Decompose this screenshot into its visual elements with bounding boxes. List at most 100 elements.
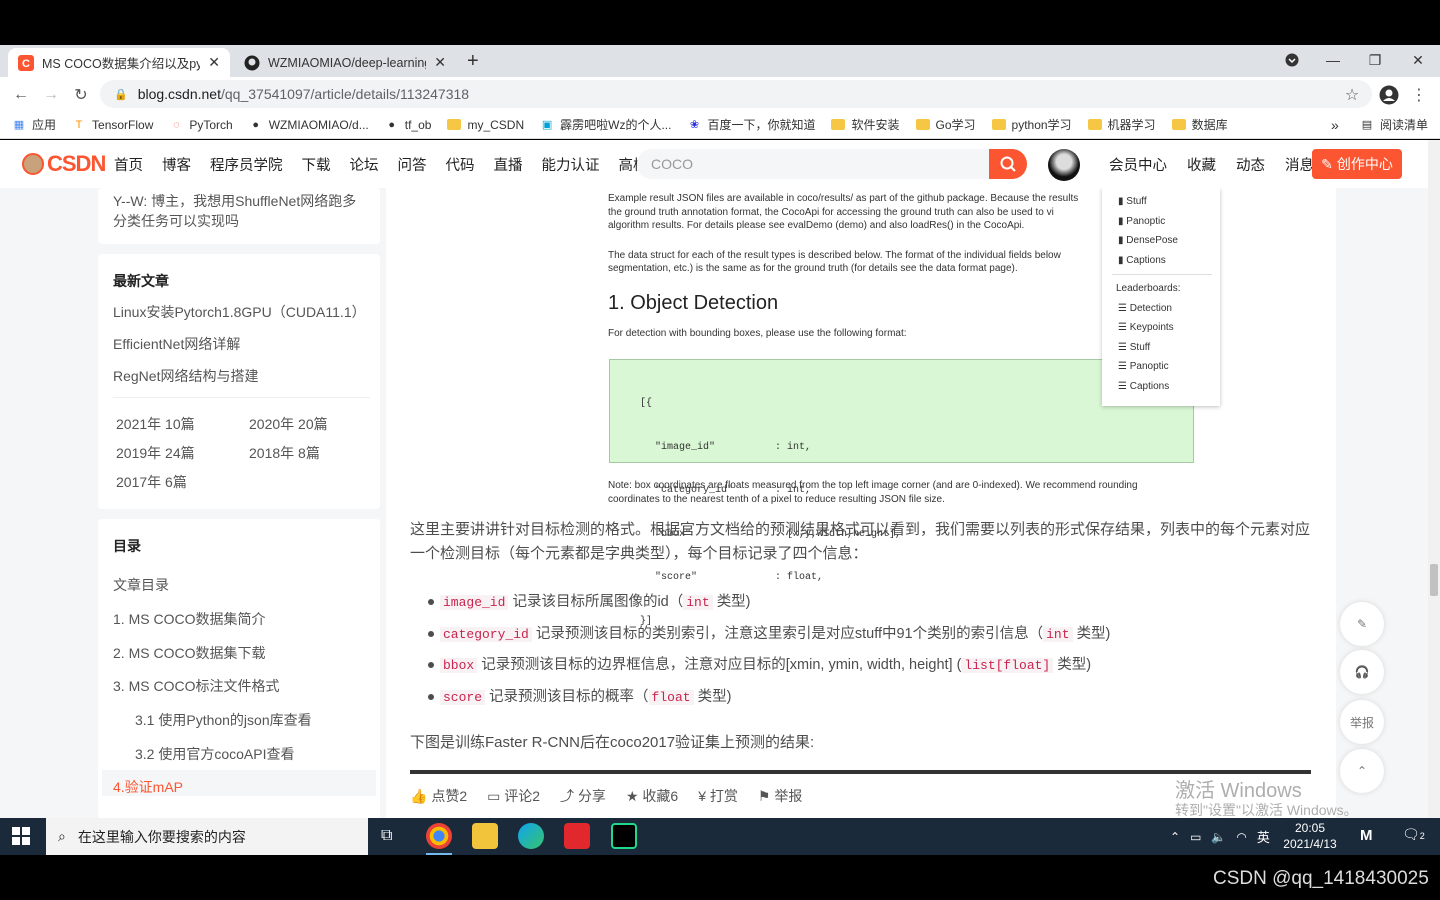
bookmark-pytorch[interactable]: ◌ PyTorch	[169, 118, 233, 132]
latest-article-link[interactable]: Linux安装Pytorch1.8GPU（CUDA11.1）	[113, 302, 366, 322]
tab-search-icon[interactable]	[1270, 45, 1314, 75]
clock[interactable]: 20:05 2021/4/13	[1280, 820, 1340, 852]
toc-item[interactable]: 3.2 使用官方cocoAPI查看	[135, 744, 295, 764]
tab-github[interactable]: WZMIAOMIAO/deep-learning ✕	[234, 48, 456, 77]
toc-item[interactable]: 3. MS COCO标注文件格式	[113, 676, 279, 696]
forward-icon[interactable]: →	[40, 84, 62, 106]
bookmark-tensorflow[interactable]: T TensorFlow	[72, 118, 154, 132]
doc-menu-item[interactable]: ▮ Panoptic	[1118, 212, 1220, 232]
bookmark-db[interactable]: 数据库	[1171, 116, 1228, 133]
bookmark-apps[interactable]: ▦ 应用	[12, 116, 56, 133]
restore-icon[interactable]: ❐	[1353, 45, 1397, 75]
ime-indicator[interactable]: 英	[1257, 827, 1270, 846]
minimize-icon[interactable]: —	[1311, 45, 1355, 75]
csdn-search-input[interactable]: COCO	[637, 149, 989, 179]
taskbar-search-input[interactable]: ⌕ 在这里输入你要搜索的内容	[46, 818, 368, 855]
edge-icon[interactable]	[518, 823, 544, 849]
nav-home[interactable]: 首页	[114, 154, 143, 175]
comment-button[interactable]: ▭ 评论2	[487, 786, 540, 806]
wps-icon[interactable]	[564, 823, 590, 849]
csdn-logo[interactable]: CSDN	[22, 151, 112, 177]
volume-icon[interactable]: 🔈	[1211, 830, 1226, 844]
doc-menu-item[interactable]: ▮ Captions	[1118, 251, 1220, 271]
bookmarks-more-icon[interactable]: »	[1331, 117, 1339, 133]
nav-cert[interactable]: 能力认证	[542, 154, 600, 175]
windows-start-icon[interactable]	[12, 827, 30, 850]
close-window-icon[interactable]: ✕	[1396, 45, 1440, 75]
bookmark-ml[interactable]: 机器学习	[1087, 116, 1156, 133]
bookmark-python[interactable]: python学习	[991, 116, 1072, 133]
collect-button[interactable]: ★ 收藏6	[626, 786, 678, 806]
taskbar-app-icon[interactable]: M	[1360, 827, 1373, 844]
doc-menu-item[interactable]: ☰ Detection	[1118, 299, 1220, 319]
nav-code[interactable]: 代码	[446, 154, 475, 175]
nav-messages[interactable]: 消息	[1285, 154, 1314, 175]
tab-csdn-article[interactable]: C MS COCO数据集介绍以及pycoc ✕	[8, 48, 230, 77]
latest-article-link[interactable]: EfficientNet网络详解	[113, 334, 240, 354]
nav-favorites[interactable]: 收藏	[1187, 154, 1216, 175]
recent-comment[interactable]: Y--W: 博主，我想用ShuffleNet网络跑多分类任务可以实现吗	[113, 191, 363, 231]
back-icon[interactable]: ←	[10, 84, 32, 106]
page-scrollbar[interactable]	[1428, 140, 1440, 818]
reading-list[interactable]: ▤ 阅读清单	[1360, 116, 1428, 133]
task-view-icon[interactable]: ⧉	[381, 827, 392, 845]
report-button[interactable]: ⚑ 举报	[758, 786, 802, 806]
toc-item[interactable]: 3.1 使用Python的json库查看	[135, 710, 312, 730]
bookmark-my-csdn[interactable]: my_CSDN	[447, 118, 524, 132]
archive-link[interactable]: 2020年 20篇	[249, 414, 328, 434]
nav-download[interactable]: 下载	[302, 154, 331, 175]
close-tab-icon[interactable]: ✕	[434, 54, 446, 71]
doc-menu-item[interactable]: ☰ Captions	[1118, 377, 1220, 397]
share-button[interactable]: ⤴ 分享	[560, 786, 606, 806]
toc-item-active[interactable]: 4.验证mAP	[113, 777, 183, 797]
bookmark-wzmiaomiao[interactable]: ● WZMIAOMIAO/d...	[249, 118, 368, 132]
search-button[interactable]	[989, 149, 1027, 179]
nav-feed[interactable]: 动态	[1236, 154, 1265, 175]
headset-icon[interactable]: 🎧	[1340, 650, 1384, 694]
reward-button[interactable]: ¥ 打赏	[698, 786, 738, 806]
archive-link[interactable]: 2019年 24篇	[116, 443, 195, 463]
close-tab-icon[interactable]: ✕	[208, 54, 220, 71]
toc-item[interactable]: 1. MS COCO数据集简介	[113, 609, 265, 629]
doc-menu-item[interactable]: ☰ Stuff	[1118, 338, 1220, 358]
bookmark-go[interactable]: Go学习	[915, 116, 976, 133]
doc-menu-item[interactable]: ▮ DensePose	[1118, 231, 1220, 251]
bookmark-software[interactable]: 软件安装	[831, 116, 900, 133]
doc-menu-item[interactable]: ☰ Keypoints	[1118, 318, 1220, 338]
notification-icon[interactable]: 🗨2	[1402, 826, 1425, 843]
bookmark-baidu[interactable]: ❀ 百度一下，你就知道	[687, 116, 816, 133]
reload-icon[interactable]: ↻	[70, 84, 92, 106]
nav-academy[interactable]: 程序员学院	[210, 154, 283, 175]
latest-article-link[interactable]: RegNet网络结构与搭建	[113, 366, 258, 386]
bookmark-star-icon[interactable]: ☆	[1341, 84, 1363, 106]
archive-link[interactable]: 2017年 6篇	[116, 472, 187, 492]
file-explorer-icon[interactable]	[472, 823, 498, 849]
archive-link[interactable]: 2018年 8篇	[249, 443, 320, 463]
toc-item[interactable]: 文章目录	[113, 575, 169, 595]
bookmark-tf-ob[interactable]: ● tf_ob	[385, 118, 431, 132]
nav-member[interactable]: 会员中心	[1109, 154, 1167, 175]
doc-menu-item[interactable]: ▮ Stuff	[1118, 192, 1220, 212]
battery-icon[interactable]: ▭	[1190, 830, 1201, 844]
create-center-button[interactable]: ✎ 创作中心	[1312, 149, 1402, 179]
nav-blog[interactable]: 博客	[162, 154, 191, 175]
like-button[interactable]: 👍 点赞2	[410, 786, 467, 806]
report-side-button[interactable]: 举报	[1340, 700, 1384, 744]
url-field[interactable]: 🔒 blog.csdn.net/qq_37541097/article/deta…	[100, 80, 1372, 108]
new-tab-button[interactable]: +	[467, 50, 479, 73]
user-avatar[interactable]	[1048, 149, 1080, 181]
menu-dots-icon[interactable]: ⋮	[1408, 84, 1430, 106]
profile-icon[interactable]	[1378, 84, 1400, 106]
archive-link[interactable]: 2021年 10篇	[116, 414, 195, 434]
chrome-taskbar-icon[interactable]	[426, 823, 452, 849]
nav-qa[interactable]: 问答	[398, 154, 427, 175]
toc-item[interactable]: 2. MS COCO数据集下载	[113, 643, 265, 663]
edit-icon[interactable]: ✎	[1340, 602, 1384, 646]
nav-forum[interactable]: 论坛	[350, 154, 379, 175]
doc-menu-item[interactable]: ☰ Panoptic	[1118, 357, 1220, 377]
nav-live[interactable]: 直播	[494, 154, 523, 175]
scroll-thumb[interactable]	[1430, 564, 1438, 596]
tray-up-icon[interactable]: ⌃	[1170, 830, 1180, 844]
bookmark-bilibili[interactable]: ▣ 霹雳吧啦Wz的个人...	[540, 116, 672, 133]
back-to-top-icon[interactable]: ⌃	[1340, 749, 1384, 793]
